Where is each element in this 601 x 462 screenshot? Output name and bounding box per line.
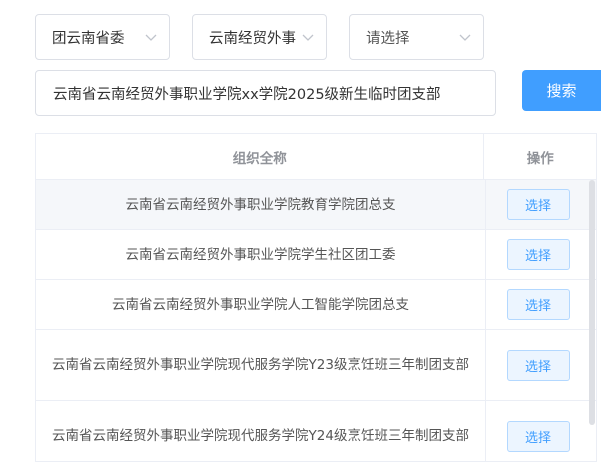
- chevron-down-icon: [300, 29, 316, 45]
- table-body: 云南省云南经贸外事职业学院教育学院团总支 选择 云南省云南经贸外事职业学院学生社…: [36, 180, 596, 461]
- choose-button[interactable]: 选择: [506, 239, 570, 270]
- chevron-down-icon: [457, 29, 473, 45]
- organization-search-input[interactable]: [35, 70, 496, 116]
- table-scrollbar[interactable]: [589, 180, 595, 425]
- choose-button[interactable]: 选择: [506, 349, 570, 381]
- school-value: 云南经贸外事: [209, 30, 296, 47]
- choose-button[interactable]: 选择: [506, 189, 570, 220]
- column-header-name: 组织全称: [36, 134, 485, 179]
- search-button[interactable]: 搜索: [522, 70, 601, 111]
- organization-name: 云南省云南经贸外事职业学院现代服务学院Y23级烹饪班三年制团支部: [36, 330, 486, 400]
- table-row: 云南省云南经贸外事职业学院学生社区团工委 选择: [36, 230, 596, 280]
- choose-button[interactable]: 选择: [506, 289, 570, 320]
- organization-name: 云南省云南经贸外事职业学院教育学院团总支: [36, 180, 486, 229]
- column-header-action: 操作: [526, 150, 554, 167]
- table-row: 云南省云南经贸外事职业学院人工智能学院团总支 选择: [36, 280, 596, 330]
- table-row: 云南省云南经贸外事职业学院教育学院团总支 选择: [36, 180, 596, 230]
- province-committee-select[interactable]: 团云南省委: [35, 14, 170, 60]
- school-select[interactable]: 云南经贸外事: [192, 14, 327, 60]
- choose-button[interactable]: 选择: [506, 420, 570, 452]
- table-row: 云南省云南经贸外事职业学院现代服务学院Y23级烹饪班三年制团支部 选择: [36, 330, 596, 401]
- organization-table: 组织全称 操作 云南省云南经贸外事职业学院教育学院团总支 选择 云南省云南经贸外…: [35, 133, 597, 462]
- organization-name: 云南省云南经贸外事职业学院学生社区团工委: [36, 230, 486, 279]
- table-header: 组织全称 操作: [36, 134, 596, 180]
- table-row: 云南省云南经贸外事职业学院现代服务学院Y24级烹饪班三年制团支部 选择: [36, 401, 596, 461]
- organization-name: 云南省云南经贸外事职业学院人工智能学院团总支: [36, 280, 486, 329]
- chevron-down-icon: [143, 29, 159, 45]
- province-committee-value: 团云南省委: [52, 30, 125, 47]
- level3-select[interactable]: 请选择: [349, 14, 484, 60]
- organization-name: 云南省云南经贸外事职业学院现代服务学院Y24级烹饪班三年制团支部: [36, 401, 486, 461]
- level3-placeholder: 请选择: [366, 30, 410, 47]
